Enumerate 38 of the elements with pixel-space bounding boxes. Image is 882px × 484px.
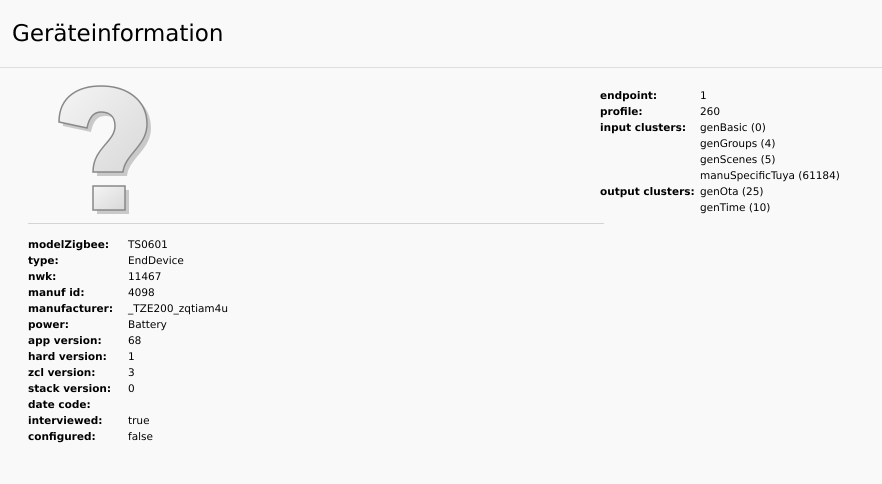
field-label: type: <box>28 254 60 269</box>
field-value: 4098 <box>128 286 155 301</box>
field-value: genOta (25) <box>700 185 764 200</box>
field-label: profile: <box>600 105 644 120</box>
field-value: 0 <box>128 382 135 397</box>
field-value: Battery <box>128 318 167 333</box>
field-value: manuSpecificTuya (61184) <box>700 169 840 184</box>
field-label: date code: <box>28 398 92 413</box>
field-label: output clusters: <box>600 185 696 200</box>
field-label: power: <box>28 318 70 333</box>
field-value: genGroups (4) <box>700 137 776 152</box>
field-value: false <box>128 430 153 445</box>
field-label: zcl version: <box>28 366 96 381</box>
field-label: manufacturer: <box>28 302 114 317</box>
field-value: 260 <box>700 105 720 120</box>
field-value: 1 <box>128 350 135 365</box>
field-value: TS0601 <box>128 238 168 253</box>
field-label: manuf id: <box>28 286 86 301</box>
field-label: modelZigbee: <box>28 238 110 253</box>
field-label: hard version: <box>28 350 108 365</box>
field-label: input clusters: <box>600 121 688 136</box>
field-value: genBasic (0) <box>700 121 767 136</box>
field-value: 68 <box>128 334 142 349</box>
field-label: nwk: <box>28 270 58 285</box>
field-label: interviewed: <box>28 414 104 429</box>
field-value: genScenes (5) <box>700 153 776 168</box>
field-label: endpoint: <box>600 89 658 104</box>
field-label: configured: <box>28 430 97 445</box>
field-label: stack version: <box>28 382 112 397</box>
field-value: EndDevice <box>128 254 184 269</box>
field-value: 3 <box>128 366 135 381</box>
field-value: genTime (10) <box>700 201 770 216</box>
field-label: app version: <box>28 334 103 349</box>
field-value: 1 <box>700 89 707 104</box>
page-title: Geräteinformation <box>12 21 224 46</box>
field-value: true <box>128 414 150 429</box>
field-value: 11467 <box>128 270 162 285</box>
field-value: _TZE200_zqtiam4u <box>128 302 228 317</box>
